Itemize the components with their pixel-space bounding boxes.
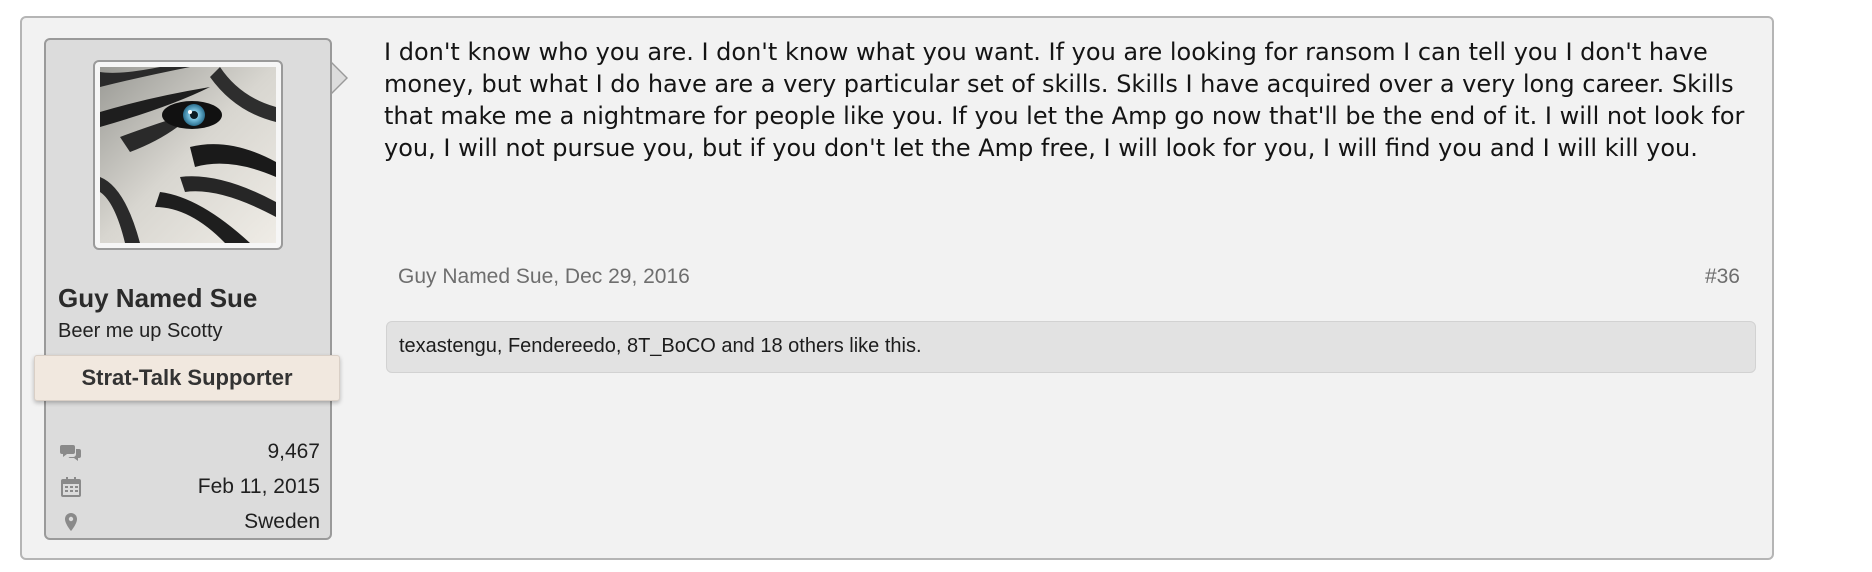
speech-bubbles-icon — [60, 445, 81, 461]
avatar[interactable] — [93, 60, 283, 250]
calendar-icon — [61, 477, 81, 497]
stat-joined: Feb 11, 2015 — [58, 472, 320, 502]
user-info-panel: Guy Named Sue Beer me up Scotty Strat-Ta… — [34, 38, 348, 540]
join-date: Feb 11, 2015 — [197, 475, 320, 498]
post-permalink[interactable]: #36 — [1705, 265, 1740, 289]
username[interactable]: Guy Named Sue — [58, 283, 257, 314]
user-title: Beer me up Scotty — [58, 320, 223, 342]
stat-location: Sweden — [58, 507, 320, 537]
message-count[interactable]: 9,467 — [267, 440, 320, 464]
post-author-date[interactable]: Guy Named Sue, Dec 29, 2016 — [398, 265, 690, 289]
likes-text[interactable]: texastengu, Fendereedo, 8T_BoCO and 18 o… — [399, 335, 922, 358]
supporter-banner: Strat-Talk Supporter — [34, 355, 340, 401]
map-pin-icon — [65, 513, 77, 531]
post-message: I don't know who you are. I don't know w… — [384, 38, 1745, 162]
stat-messages: 9,467 — [58, 437, 320, 467]
user-location[interactable]: Sweden — [244, 510, 320, 534]
forum-post: Guy Named Sue Beer me up Scotty Strat-Ta… — [20, 16, 1774, 560]
tiger-eye-avatar — [100, 67, 276, 243]
likes-summary: texastengu, Fendereedo, 8T_BoCO and 18 o… — [386, 321, 1756, 373]
